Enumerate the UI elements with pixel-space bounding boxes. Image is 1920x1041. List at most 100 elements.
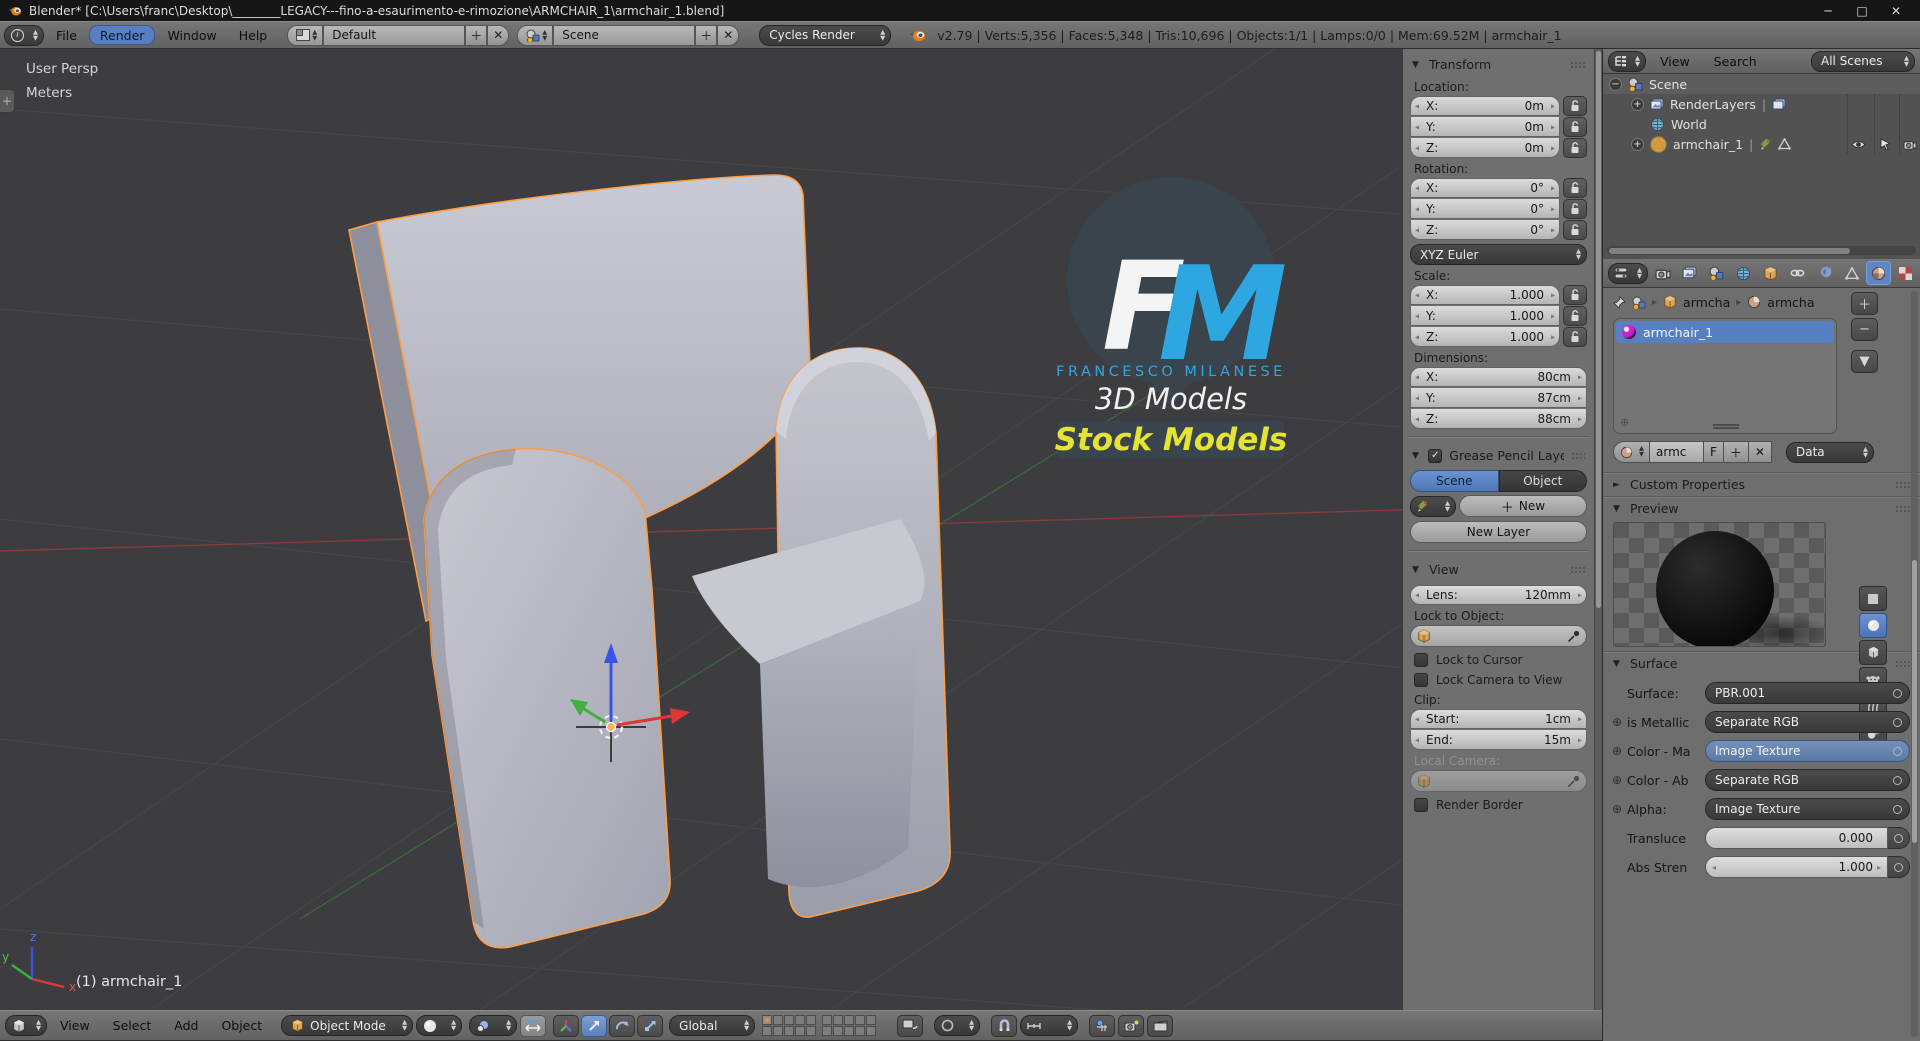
panel-drag-dots-icon[interactable] [1895, 660, 1910, 667]
rotation-y-field[interactable]: ◂ Y: 0° ▸ [1410, 199, 1560, 219]
view-panel-header[interactable]: ▼ View [1408, 558, 1589, 581]
node-input-selector[interactable]: Separate RGB [1705, 711, 1910, 733]
menu-render[interactable]: Render [88, 25, 156, 45]
fake-user-button[interactable]: F [1704, 441, 1724, 463]
node-socket-button[interactable] [1888, 856, 1910, 878]
grease-pencil-checkbox[interactable]: ✓ [1428, 448, 1443, 463]
manipulator-move-button[interactable] [581, 1014, 608, 1037]
outliner-horizontal-scrollbar[interactable] [1607, 246, 1916, 255]
minimize-button[interactable]: ─ [1811, 0, 1845, 21]
grease-brush-selector[interactable]: ▲ ▼ [1410, 495, 1456, 517]
translucency-slider[interactable]: 0.000 [1705, 827, 1888, 849]
eyedropper-icon[interactable] [1567, 630, 1580, 643]
menu-help[interactable]: Help [229, 22, 278, 48]
manipulator-translate-axes-button[interactable] [553, 1014, 580, 1037]
outliner-item-label[interactable]: RenderLayers [1670, 97, 1756, 112]
layer-cell[interactable] [762, 1015, 773, 1025]
screen-layout-selector[interactable]: Default [323, 24, 466, 46]
expand-icon[interactable]: + [1631, 97, 1644, 111]
panel-drag-dots-icon[interactable] [1571, 452, 1585, 459]
tab-world[interactable] [1731, 261, 1756, 285]
list-resize-handle[interactable] [1713, 424, 1739, 429]
manipulator-rotate-button[interactable] [609, 1014, 636, 1037]
grease-source-object-tab[interactable]: Object [1498, 470, 1587, 492]
lock-rotation-z-button[interactable] [1563, 220, 1587, 240]
scene-icon[interactable] [1632, 296, 1646, 309]
panel-drag-dots-icon[interactable] [1570, 566, 1585, 573]
layer-grid-right[interactable] [822, 1015, 877, 1036]
lock-camera-checkbox[interactable] [1414, 673, 1428, 687]
remove-slot-button[interactable]: − [1851, 318, 1878, 341]
tab-modifiers[interactable] [1812, 261, 1837, 285]
lock-location-x-button[interactable] [1563, 96, 1587, 116]
outliner-row-world[interactable]: World [1603, 114, 1920, 134]
location-z-field[interactable]: ◂ Z: 0m ▸ [1410, 138, 1560, 158]
outliner-filter-selector[interactable]: All Scenes ▲ ▼ [1811, 50, 1915, 72]
delete-scene-button[interactable]: ✕ [717, 24, 740, 46]
lock-to-cursor-checkbox[interactable] [1414, 653, 1428, 667]
material-name-field[interactable]: armc [1650, 441, 1704, 463]
material-slot-active[interactable]: armchair_1 [1616, 321, 1834, 343]
edit-pencil-icon[interactable] [1759, 138, 1772, 151]
tab-material[interactable] [1866, 261, 1891, 285]
manipulator-scale-button[interactable] [637, 1014, 664, 1037]
pin-icon[interactable] [1613, 295, 1626, 309]
outliner-menu-search[interactable]: Search [1704, 49, 1767, 73]
lock-to-cursor-row[interactable]: Lock to Cursor [1414, 653, 1583, 667]
lock-to-scene-button[interactable] [897, 1014, 924, 1037]
npanel-scrollbar[interactable] [1594, 49, 1602, 1010]
lock-scale-y-button[interactable] [1563, 306, 1587, 326]
scale-x-field[interactable]: ◂ X: 1.000 ▸ [1410, 285, 1560, 305]
collapse-icon[interactable]: − [1609, 77, 1622, 91]
expand-icon[interactable]: + [1631, 137, 1644, 151]
shading-mode-selector[interactable]: ▲ ▼ [416, 1015, 463, 1036]
dimension-y-field[interactable]: ◂ Y: 87cm ▸ [1410, 388, 1587, 408]
selectability-cursor-icon[interactable] [1880, 137, 1891, 151]
snap-element-selector[interactable]: ▲ ▼ [1020, 1015, 1079, 1036]
unlink-material-button[interactable]: ✕ [1748, 441, 1772, 463]
location-y-field[interactable]: ◂ Y: 0m ▸ [1410, 117, 1560, 137]
render-animation-button[interactable] [1147, 1014, 1174, 1037]
outliner-menu-view[interactable]: View [1650, 49, 1700, 73]
slot-specials-button[interactable]: ▼ [1851, 350, 1878, 373]
menu-file[interactable]: File [46, 22, 87, 48]
grease-pencil-panel-header[interactable]: ▼ ✓ Grease Pencil Layer [1408, 444, 1589, 467]
grease-new-button[interactable]: ＋ New [1459, 495, 1587, 517]
tab-object[interactable] [1758, 261, 1783, 285]
scene-icon-button[interactable]: ▲ ▼ [517, 24, 554, 46]
dimension-z-field[interactable]: ◂ Z: 88cm ▸ [1410, 409, 1587, 429]
material-sphere-icon[interactable] [1747, 295, 1761, 309]
lock-scale-x-button[interactable] [1563, 285, 1587, 305]
lock-location-z-button[interactable] [1563, 138, 1587, 158]
clip-start-field[interactable]: ◂ Start: 1cm ▸ [1410, 709, 1587, 729]
delete-layout-button[interactable]: ✕ [487, 24, 510, 46]
visibility-eye-icon[interactable] [1851, 139, 1866, 150]
surface-shader-selector[interactable]: PBR.001 [1705, 682, 1910, 704]
tab-render-layers[interactable] [1677, 261, 1702, 285]
node-socket-button[interactable] [1888, 827, 1910, 849]
rotation-mode-selector[interactable]: XYZ Euler ▲ ▼ [1410, 244, 1587, 265]
browse-material-button[interactable]: ▲ ▼ [1613, 441, 1650, 463]
tab-constraints[interactable] [1785, 261, 1810, 285]
mesh-data-icon[interactable] [1778, 138, 1792, 150]
render-opengl-button[interactable] [1089, 1014, 1116, 1037]
material-slot-list[interactable]: armchair_1 ⊕ [1613, 318, 1837, 434]
tab-texture[interactable] [1893, 261, 1918, 285]
new-material-button[interactable]: ＋ [1723, 441, 1749, 463]
menu-view[interactable]: View [50, 1011, 100, 1040]
render-border-checkbox[interactable] [1414, 798, 1428, 812]
outliner-row-scene[interactable]: − Scene [1603, 74, 1920, 94]
editor-type-selector[interactable]: ▲ ▼ [1608, 262, 1648, 284]
manipulator-toggle-button[interactable] [520, 1014, 547, 1037]
dimension-x-field[interactable]: ◂ X: 80cm ▸ [1410, 367, 1587, 387]
breadcrumb-material[interactable]: armcha [1767, 295, 1814, 310]
panel-drag-dots-icon[interactable] [1895, 505, 1910, 512]
lock-rotation-y-button[interactable] [1563, 199, 1587, 219]
scroll-thumb[interactable] [1609, 247, 1851, 254]
add-scene-button[interactable]: ＋ [695, 24, 718, 46]
object-cube-icon[interactable] [1663, 295, 1677, 309]
preview-cube-button[interactable] [1859, 640, 1887, 665]
menu-add[interactable]: Add [164, 1011, 208, 1040]
maximize-button[interactable]: □ [1845, 0, 1879, 21]
lock-scale-z-button[interactable] [1563, 327, 1587, 347]
